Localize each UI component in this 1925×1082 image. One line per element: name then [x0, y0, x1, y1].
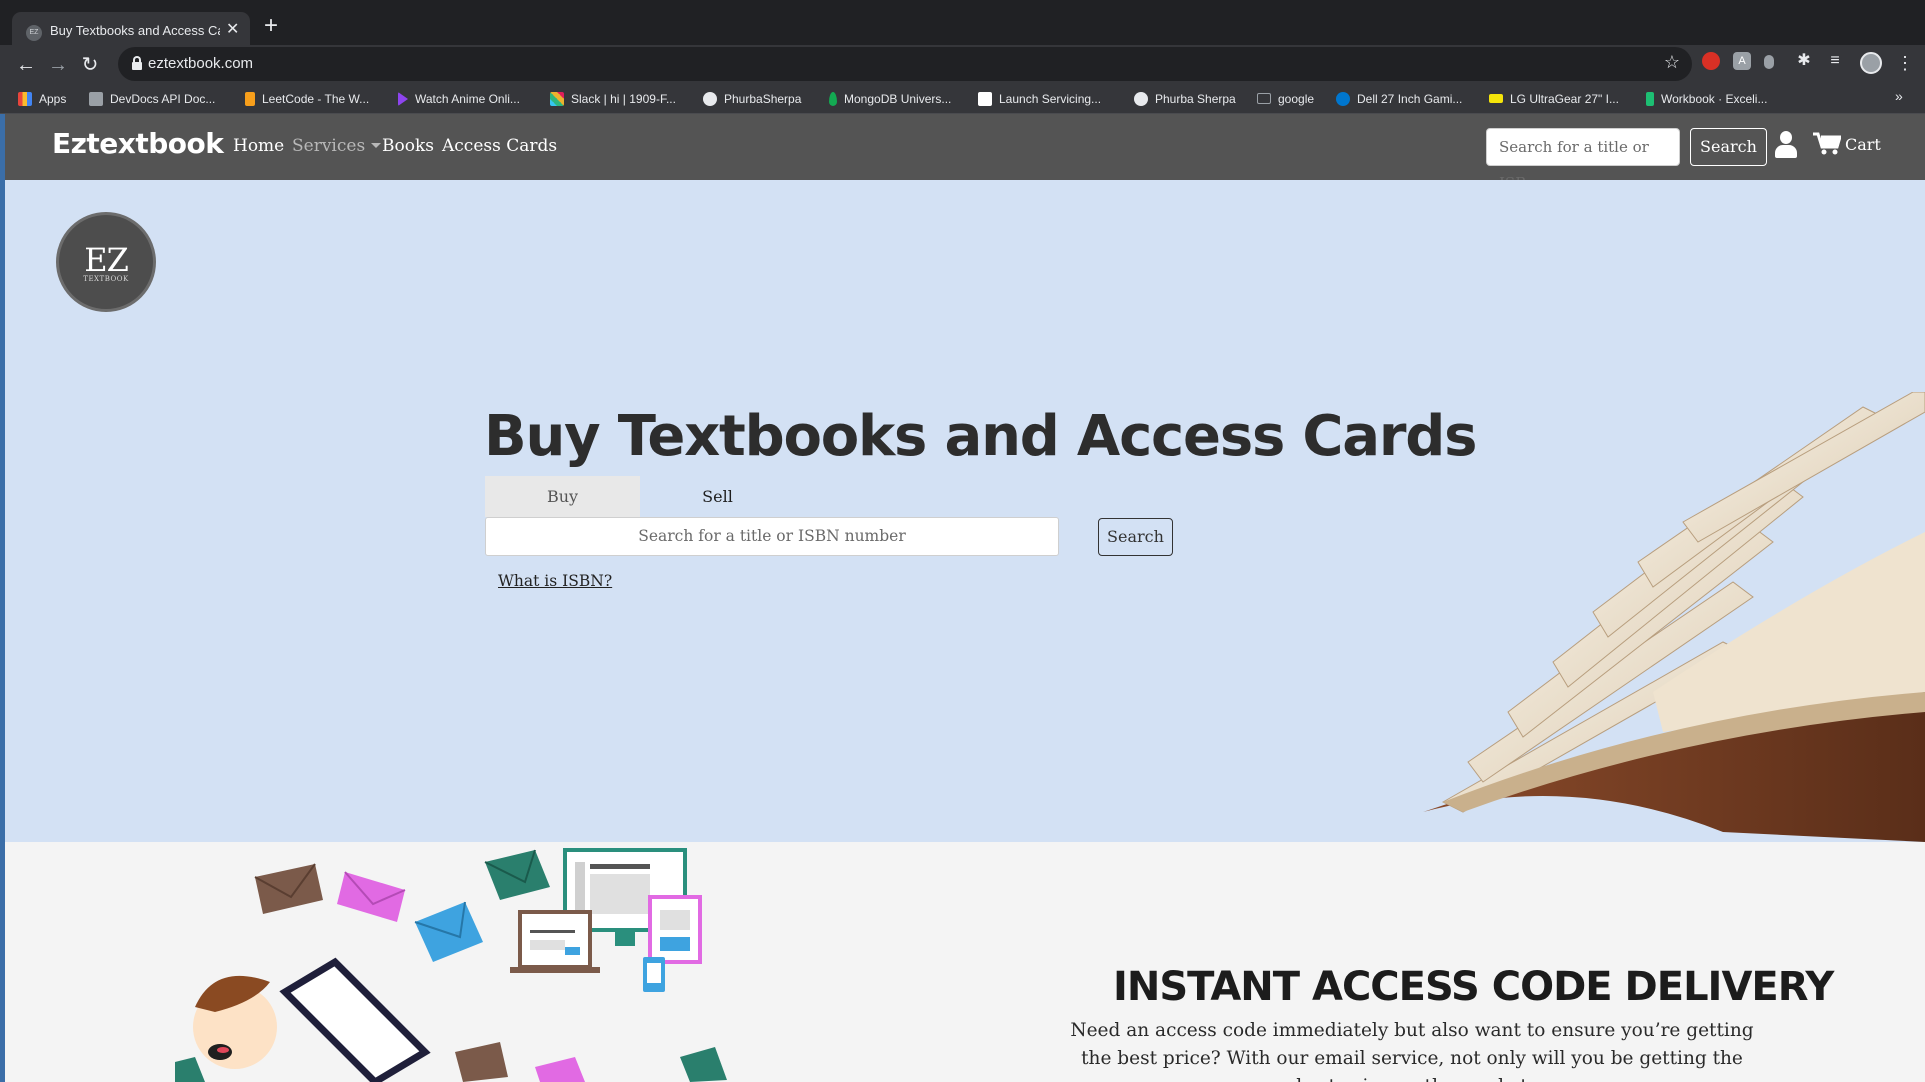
ez-textbook-logo: EZ TEXTBOOK: [56, 212, 156, 312]
bookmark-phurba-sherpa[interactable]: Phurba Sherpa: [1134, 90, 1236, 108]
nav-access-cards[interactable]: Access Cards: [442, 136, 557, 156]
profile-avatar-icon[interactable]: [1860, 52, 1882, 74]
reading-list-icon[interactable]: ≡: [1826, 52, 1844, 70]
browser-menu-icon[interactable]: ⋮: [1896, 50, 1914, 76]
hero-search-input[interactable]: Search for a title or ISBN number: [485, 517, 1059, 556]
hero-title: Buy Textbooks and Access Cards: [484, 404, 1478, 469]
address-bar[interactable]: eztextbook.com ☆: [118, 47, 1692, 81]
url-text: eztextbook.com: [148, 55, 254, 72]
instant-delivery-section: INSTANT ACCESS CODE DELIVERY Need an acc…: [5, 842, 1925, 1082]
cart-link[interactable]: Cart: [1813, 132, 1881, 156]
bookmark-mongodb[interactable]: MongoDB Univers...: [829, 90, 951, 108]
instant-delivery-text: Need an access code immediately but also…: [1070, 1020, 1754, 1082]
cart-icon: [1813, 132, 1841, 155]
tab-title: Buy Textbooks and Access Cards: [50, 23, 220, 38]
tab-buy[interactable]: Buy: [485, 476, 640, 517]
extensions-puzzle-icon[interactable]: ✱: [1795, 52, 1813, 70]
back-icon[interactable]: ←: [12, 51, 40, 79]
user-account-icon[interactable]: [1775, 131, 1797, 159]
bookmark-apps[interactable]: Apps: [18, 90, 66, 108]
tab-favicon-icon: EZ: [26, 25, 42, 41]
bookmark-leetcode[interactable]: LeetCode - The W...: [245, 90, 369, 108]
browser-toolbar: ← → ↻ eztextbook.com ☆: [0, 45, 1925, 85]
nav-search-input[interactable]: Search for a title or ISB: [1486, 128, 1680, 192]
nav-search-button[interactable]: Search: [1690, 128, 1767, 166]
more-bookmarks-icon[interactable]: »: [1895, 88, 1903, 104]
bookmark-lg[interactable]: LG UltraGear 27" I...: [1489, 90, 1619, 108]
instant-delivery-title: INSTANT ACCESS CODE DELIVERY: [1113, 964, 1834, 1010]
forward-icon[interactable]: →: [44, 51, 72, 79]
nav-books[interactable]: Books: [382, 136, 434, 156]
open-book-illustration: [1423, 392, 1925, 842]
reload-icon[interactable]: ↻: [76, 51, 104, 79]
bookmark-dell[interactable]: Dell 27 Inch Gami...: [1336, 90, 1462, 108]
bookmark-github[interactable]: PhurbaSherpa: [703, 90, 801, 108]
play-icon: [398, 92, 408, 106]
nav-home[interactable]: Home: [233, 136, 284, 156]
new-tab-icon[interactable]: +: [264, 14, 278, 38]
nav-services-dropdown[interactable]: Services: [292, 136, 382, 156]
site-navbar: Eztextbook Home Services Books Access Ca…: [5, 114, 1925, 192]
leetcode-icon: [245, 92, 255, 106]
dell-icon: [1336, 92, 1350, 106]
bookmark-workbook[interactable]: Workbook · Exceli...: [1646, 90, 1767, 108]
caret-down-icon: [371, 143, 382, 148]
mongodb-leaf-icon: [829, 92, 837, 106]
apps-grid-icon: [18, 92, 32, 106]
globe-icon: [1134, 92, 1148, 106]
hero-section: EZ TEXTBOOK Buy Textbooks and Access Car…: [5, 180, 1925, 842]
tab-sell[interactable]: Sell: [640, 476, 795, 517]
github-icon: [703, 92, 717, 106]
email-delivery-illustration: [175, 848, 727, 1082]
bookmark-star-icon[interactable]: ☆: [1664, 52, 1680, 73]
brand-logo[interactable]: Eztextbook: [52, 127, 224, 160]
extension-red-icon[interactable]: [1702, 52, 1720, 70]
extension-grey-icon[interactable]: A: [1733, 52, 1751, 70]
hero-search-button[interactable]: Search: [1098, 518, 1173, 556]
lg-icon: [1489, 94, 1503, 103]
bookmark-launch-servicing[interactable]: Launch Servicing...: [978, 90, 1101, 108]
slack-icon: [550, 92, 564, 106]
bookmarks-bar: Apps DevDocs API Doc... LeetCode - The W…: [0, 85, 1925, 114]
lock-icon: [132, 56, 142, 70]
devdocs-icon: [89, 92, 103, 106]
bookmark-devdocs[interactable]: DevDocs API Doc...: [89, 90, 215, 108]
bookmark-anime[interactable]: Watch Anime Onli...: [398, 90, 520, 108]
extension-mic-icon[interactable]: [1764, 55, 1774, 69]
what-is-isbn-link[interactable]: What is ISBN?: [498, 572, 612, 590]
bookmark-folder-google[interactable]: google: [1257, 90, 1314, 108]
close-tab-icon[interactable]: ✕: [226, 21, 239, 39]
workbook-icon: [1646, 92, 1654, 106]
folder-icon: [1257, 93, 1271, 104]
launch-servicing-icon: [978, 92, 992, 106]
bookmark-slack[interactable]: Slack | hi | 1909-F...: [550, 90, 676, 108]
